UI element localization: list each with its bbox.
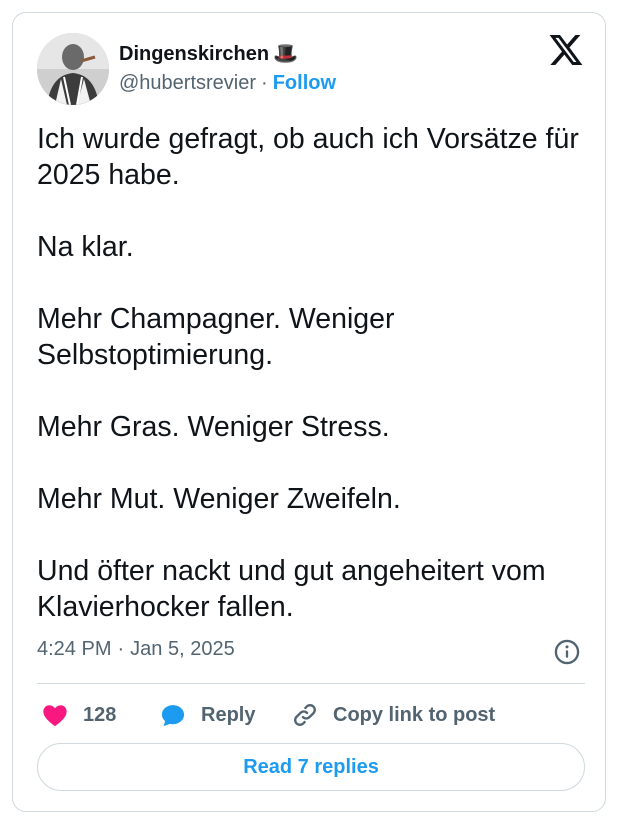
tweet-paragraph: Mehr Champagner. Weniger Selbstoptimieru… bbox=[37, 303, 395, 371]
handle-separator: · bbox=[261, 72, 268, 94]
tweet-paragraph: Mehr Mut. Weniger Zweifeln. bbox=[37, 483, 401, 515]
read-replies-label: Read 7 replies bbox=[243, 755, 379, 778]
author-name-emoji: 🎩 bbox=[273, 43, 298, 65]
tweet-paragraph: Na klar. bbox=[37, 231, 134, 263]
avatar[interactable] bbox=[37, 33, 109, 105]
author-display-name: Dingenskirchen bbox=[119, 43, 270, 65]
x-logo-icon[interactable] bbox=[549, 35, 583, 65]
copy-link-button[interactable]: Copy link to post bbox=[291, 698, 495, 732]
reply-button[interactable]: Reply bbox=[159, 698, 255, 732]
read-replies-button[interactable]: Read 7 replies bbox=[37, 743, 585, 791]
tweet-paragraph: Ich wurde gefragt, ob auch ich Vorsätze … bbox=[37, 123, 579, 191]
author-handle[interactable]: @hubertsrevier bbox=[119, 72, 256, 94]
timestamp-separator: · bbox=[117, 638, 125, 660]
link-icon bbox=[294, 704, 316, 726]
reply-bubble-icon bbox=[161, 705, 185, 727]
avatar-photo bbox=[37, 33, 109, 105]
copy-link-label: Copy link to post bbox=[333, 703, 496, 726]
reply-label: Reply bbox=[201, 703, 256, 726]
author-name[interactable]: Dingenskirchen 🎩 bbox=[119, 41, 298, 66]
like-count: 128 bbox=[83, 703, 117, 726]
info-icon[interactable] bbox=[553, 638, 581, 666]
action-bar: 128 Reply Copy link to post bbox=[37, 698, 585, 732]
author-handle-row: @hubertsrevier · Follow bbox=[119, 72, 336, 95]
tweet-paragraph: Mehr Gras. Weniger Stress. bbox=[37, 411, 390, 443]
tweet-paragraph: Und öfter nackt und gut angeheitert vom … bbox=[37, 555, 546, 623]
tweet-embed-card: Dingenskirchen 🎩 @hubertsrevier · Follow Ic… bbox=[12, 12, 606, 812]
tweet-time: 4:24 PM bbox=[37, 638, 112, 660]
heart-icon bbox=[43, 705, 67, 727]
follow-button[interactable]: Follow bbox=[273, 72, 336, 94]
tweet-text: Ich wurde gefragt, ob auch ich Vorsätze … bbox=[37, 121, 587, 625]
tweet-timestamp[interactable]: 4:24 PM · Jan 5, 2025 bbox=[37, 638, 235, 661]
like-button[interactable]: 128 bbox=[41, 698, 116, 732]
divider bbox=[37, 683, 585, 684]
tweet-date: Jan 5, 2025 bbox=[130, 638, 235, 660]
